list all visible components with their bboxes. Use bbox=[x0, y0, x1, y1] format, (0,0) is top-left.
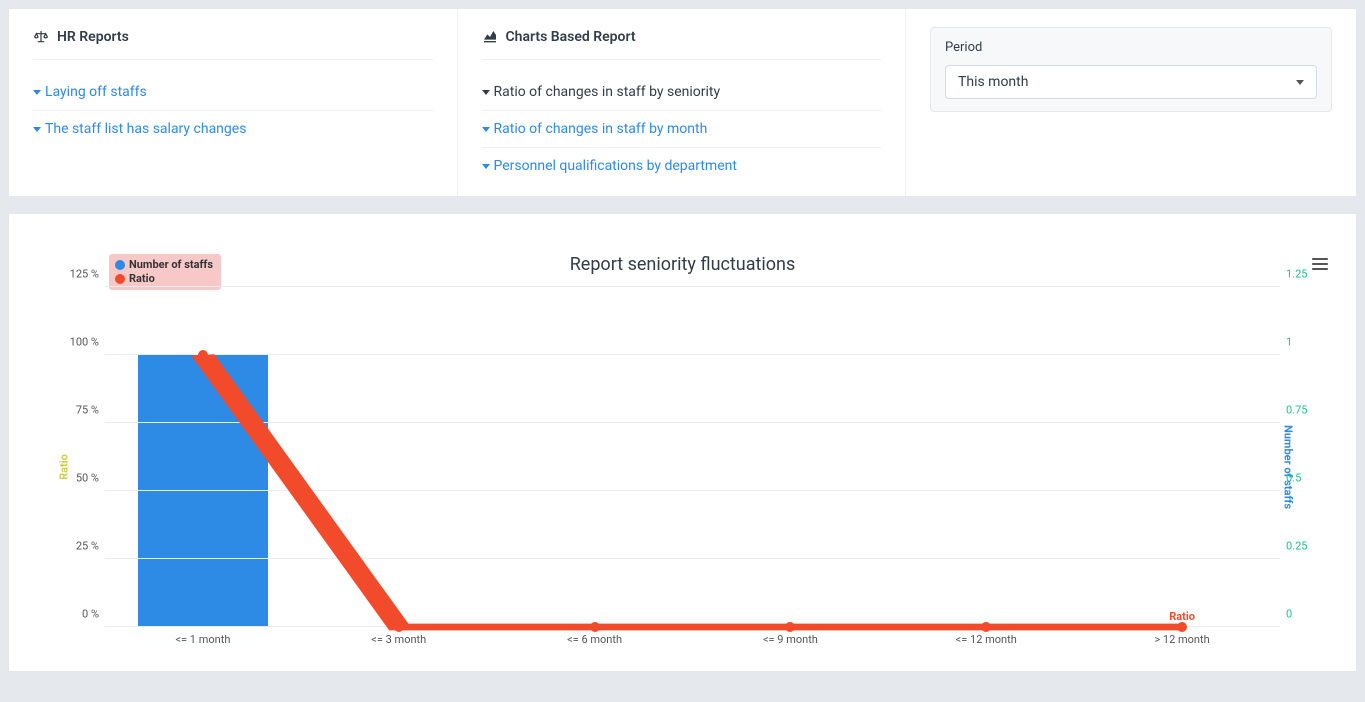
area-chart-icon bbox=[482, 29, 498, 45]
line-point[interactable] bbox=[785, 622, 795, 632]
period-select[interactable]: This month bbox=[945, 65, 1317, 99]
hr-reports-panel: HR Reports Laying off staffs The staff li… bbox=[9, 9, 457, 196]
x-tick: <= 12 month bbox=[888, 633, 1084, 651]
y-tick-left: 0 % bbox=[82, 608, 105, 621]
legend-item-ratio[interactable]: Ratio bbox=[115, 272, 213, 286]
report-link[interactable]: Ratio of changes in staff by seniority bbox=[482, 74, 882, 111]
legend-item-staffs[interactable]: Number of staffs bbox=[115, 258, 213, 272]
y-axis-label-right: Number of staffs bbox=[1281, 425, 1294, 509]
legend-dot-icon bbox=[115, 260, 125, 270]
report-link-label: Ratio of changes in staff by seniority bbox=[494, 84, 721, 100]
y-tick-right: 1.25 bbox=[1280, 268, 1307, 281]
y-tick-left: 125 % bbox=[70, 268, 105, 281]
caret-down-icon bbox=[33, 127, 41, 132]
chart-menu-button[interactable] bbox=[1312, 258, 1328, 270]
x-tick: <= 3 month bbox=[301, 633, 497, 651]
hr-reports-title: HR Reports bbox=[33, 29, 433, 60]
report-link-label: Personnel qualifications by department bbox=[494, 158, 737, 174]
period-label: Period bbox=[945, 40, 1317, 55]
hr-reports-title-text: HR Reports bbox=[57, 29, 129, 45]
period-panel: Period This month bbox=[906, 9, 1356, 196]
period-box: Period This month bbox=[930, 27, 1332, 112]
legend-label-ratio: Ratio bbox=[129, 272, 155, 286]
caret-down-icon bbox=[482, 164, 490, 169]
y-tick-right: 0 bbox=[1280, 608, 1292, 621]
y-tick-right: 0.25 bbox=[1280, 540, 1307, 553]
y-tick-left: 100 % bbox=[70, 336, 105, 349]
y-tick-left: 50 % bbox=[76, 472, 105, 485]
chart-title: Report seniority fluctuations bbox=[35, 254, 1330, 275]
line-end-label: Ratio bbox=[1169, 610, 1195, 623]
scales-icon bbox=[33, 29, 49, 45]
x-tick: <= 9 month bbox=[692, 633, 888, 651]
y-tick-right: 1 bbox=[1280, 336, 1292, 349]
x-tick: > 12 month bbox=[1084, 633, 1280, 651]
y-tick-left: 75 % bbox=[76, 404, 105, 417]
y-tick-right: 0.75 bbox=[1280, 404, 1307, 417]
x-tick: <= 1 month bbox=[105, 633, 301, 651]
report-link[interactable]: Laying off staffs bbox=[33, 74, 433, 111]
report-link[interactable]: The staff list has salary changes bbox=[33, 111, 433, 147]
hr-reports-list: Laying off staffs The staff list has sala… bbox=[33, 74, 433, 147]
caret-down-icon bbox=[482, 127, 490, 132]
y-axis-label-left: Ratio bbox=[57, 454, 70, 480]
charts-reports-title: Charts Based Report bbox=[482, 29, 882, 60]
caret-down-icon bbox=[482, 90, 490, 95]
line-point[interactable] bbox=[1177, 622, 1187, 632]
legend-dot-icon bbox=[115, 274, 125, 284]
charts-reports-list: Ratio of changes in staff by seniority Ra… bbox=[482, 74, 882, 184]
legend-label-staffs: Number of staffs bbox=[129, 258, 213, 272]
charts-reports-panel: Charts Based Report Ratio of changes in … bbox=[457, 9, 907, 196]
report-link-label: The staff list has salary changes bbox=[45, 121, 246, 137]
chart-panel: Report seniority fluctuations Number of … bbox=[8, 213, 1357, 672]
chart-legend[interactable]: Number of staffs Ratio bbox=[109, 254, 221, 290]
line-point[interactable] bbox=[981, 622, 991, 632]
y-tick-right: 0.5 bbox=[1280, 472, 1301, 485]
report-link-label: Laying off staffs bbox=[45, 84, 147, 100]
charts-reports-title-text: Charts Based Report bbox=[506, 29, 636, 45]
y-tick-left: 25 % bbox=[76, 540, 105, 553]
period-select-value: This month bbox=[958, 74, 1028, 90]
x-tick: <= 6 month bbox=[497, 633, 693, 651]
line-point[interactable] bbox=[590, 622, 600, 632]
line-point[interactable] bbox=[394, 622, 404, 632]
caret-down-icon bbox=[33, 90, 41, 95]
report-link[interactable]: Personnel qualifications by department bbox=[482, 148, 882, 184]
report-link-label: Ratio of changes in staff by month bbox=[494, 121, 708, 137]
top-panels: HR Reports Laying off staffs The staff li… bbox=[8, 8, 1357, 197]
chevron-down-icon bbox=[1296, 80, 1304, 85]
line-point[interactable] bbox=[198, 350, 208, 360]
report-link[interactable]: Ratio of changes in staff by month bbox=[482, 111, 882, 148]
plot-area: Ratio Number of staffs <= 1 month<= 3 mo… bbox=[105, 287, 1280, 647]
